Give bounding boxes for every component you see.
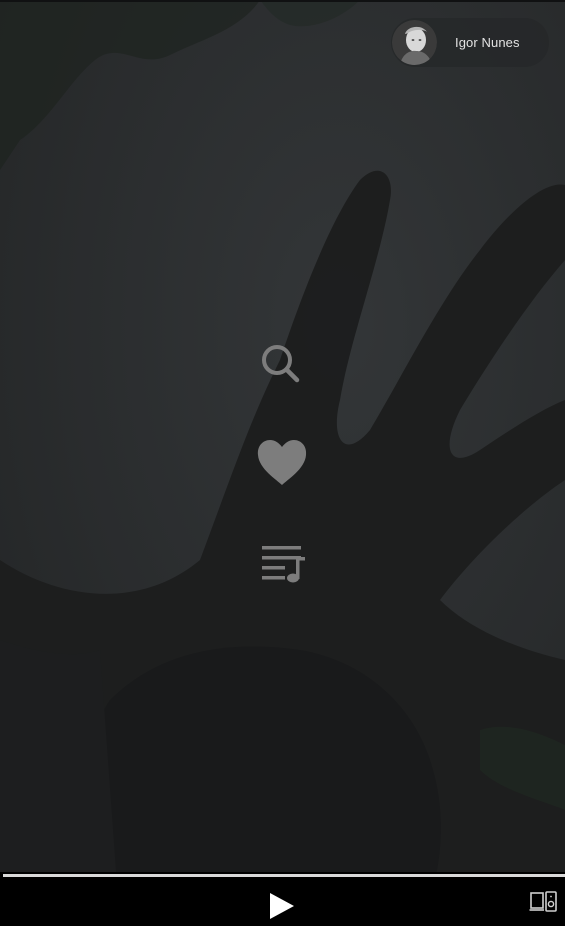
play-button[interactable] [266,889,298,921]
progress-bar[interactable] [3,874,565,877]
app-screen: Igor Nunes [0,0,565,926]
search-button[interactable] [257,340,305,388]
devices-icon [529,891,557,912]
avatar [392,20,437,65]
player-bar [0,872,565,926]
user-name: Igor Nunes [455,35,520,50]
top-divider [0,0,565,2]
devices-button[interactable] [529,890,559,914]
user-profile-button[interactable]: Igor Nunes [391,18,549,67]
queue-button[interactable] [258,542,310,586]
favorites-button[interactable] [255,436,309,490]
heart-icon [257,440,307,485]
search-icon [262,345,300,383]
queue-music-icon [262,546,305,583]
progress-fill [3,874,565,877]
play-icon [270,893,294,919]
